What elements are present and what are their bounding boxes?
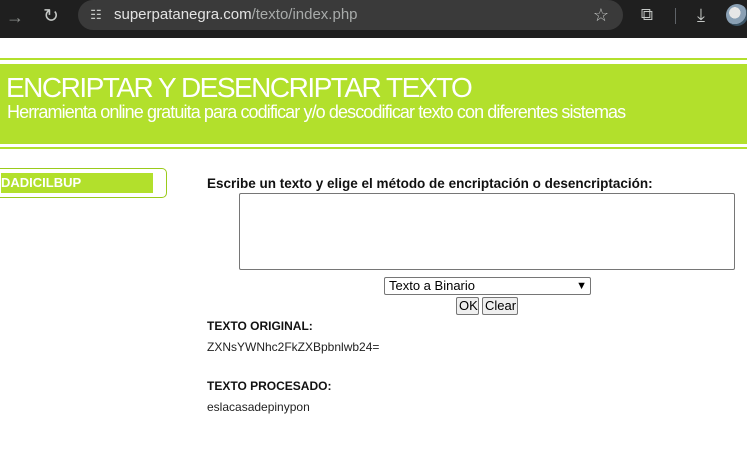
original-text-label: TEXTO ORIGINAL: xyxy=(207,319,313,333)
processed-text-value: eslacasadepinypon xyxy=(207,400,310,414)
page-title: ENCRIPTAR Y DESENCRIPTAR TEXTO xyxy=(6,72,473,103)
reload-icon[interactable]: ↻ xyxy=(38,4,64,30)
header-bottom-rule xyxy=(0,147,747,149)
site-info-icon[interactable]: ☷ xyxy=(86,5,106,25)
header-top-rule xyxy=(0,58,747,60)
address-bar[interactable]: ☷ superpatanegra.com/texto/index.php ☆ xyxy=(78,0,623,30)
avatar[interactable] xyxy=(726,4,747,26)
text-input-area[interactable] xyxy=(239,193,735,270)
url-host: superpatanegra.com xyxy=(114,6,252,23)
url-text[interactable]: superpatanegra.com/texto/index.php xyxy=(114,6,358,23)
sidebar-menu: DADICILBUP xyxy=(0,168,167,198)
chevron-down-icon: ▼ xyxy=(576,280,587,292)
forward-icon[interactable]: → xyxy=(2,4,28,30)
processed-text-label: TEXTO PROCESADO: xyxy=(207,379,332,393)
url-path: /texto/index.php xyxy=(251,6,358,23)
method-selected-value: Texto a Binario xyxy=(389,278,475,293)
header-banner: ENCRIPTAR Y DESENCRIPTAR TEXTO Herramien… xyxy=(0,64,747,144)
toolbar-divider xyxy=(675,8,676,24)
form-prompt: Escribe un texto y elige el método de en… xyxy=(207,176,653,191)
original-text-value: ZXNsYWNhc2FkZXBpbnlwb24= xyxy=(207,340,380,354)
download-icon[interactable]: ⤓ xyxy=(690,4,712,26)
ok-button[interactable]: OK xyxy=(456,297,479,315)
sidebar-item-link[interactable]: DADICILBUP xyxy=(1,173,153,193)
clear-button[interactable]: Clear xyxy=(482,297,518,315)
page-subtitle: Herramienta online gratuita para codific… xyxy=(7,102,626,122)
star-icon[interactable]: ☆ xyxy=(593,4,609,26)
puzzle-icon[interactable]: ⧉ xyxy=(636,4,658,26)
browser-toolbar: → ↻ ☷ superpatanegra.com/texto/index.php… xyxy=(0,0,747,38)
method-select[interactable]: Texto a Binario ▼ xyxy=(384,277,591,295)
